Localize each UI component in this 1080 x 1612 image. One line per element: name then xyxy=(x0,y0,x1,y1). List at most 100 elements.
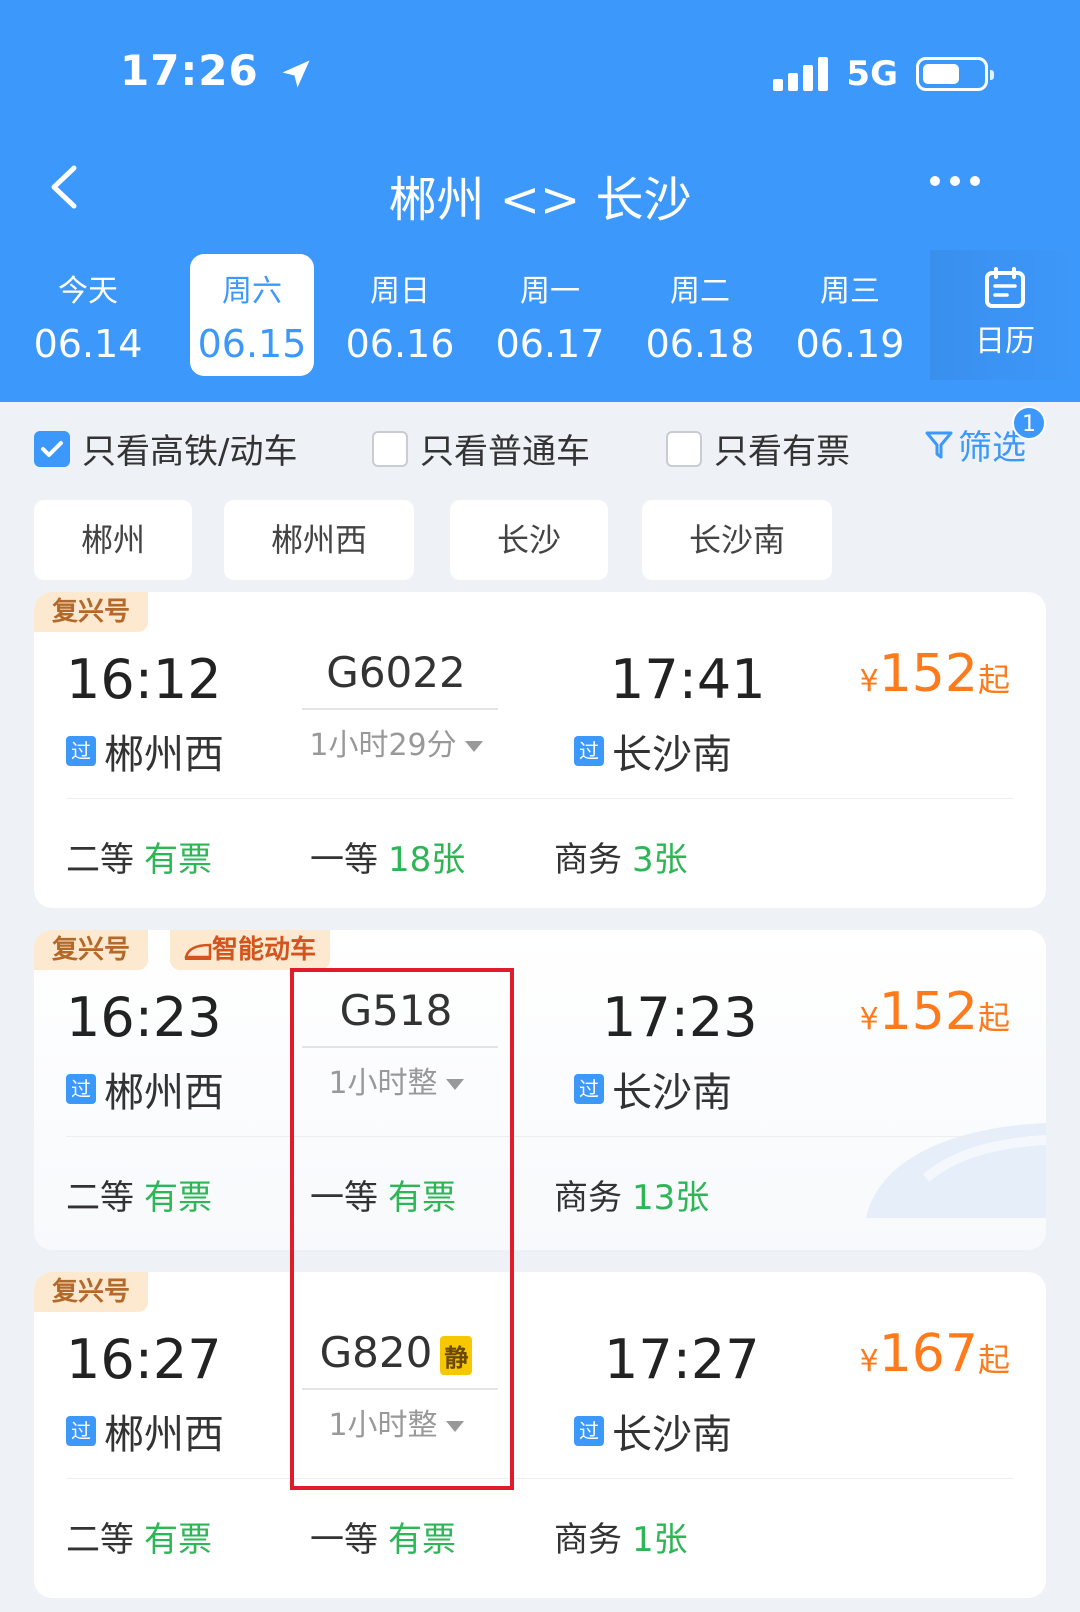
date-tab-3[interactable]: 周一 06.17 xyxy=(488,254,612,376)
train-number[interactable]: G6022 xyxy=(296,648,496,697)
location-arrow-icon xyxy=(282,60,310,87)
calendar-button[interactable]: 日历 xyxy=(930,250,1080,380)
signal-icon xyxy=(773,57,829,91)
seat-class: 商务 xyxy=(554,1520,622,1560)
date-week: 周六 xyxy=(222,274,282,309)
date-tab-2[interactable]: 周日 06.16 xyxy=(338,254,462,376)
seat-class: 一等 xyxy=(310,840,378,880)
date-week: 周二 xyxy=(670,274,730,309)
seat-availability: 有票 xyxy=(144,1520,212,1560)
train-card[interactable]: 复兴号 16:27 过 郴州西 G820 静 1小时整 17:27 过 长沙南 ¥… xyxy=(34,1272,1046,1598)
date-tab-4[interactable]: 周二 06.18 xyxy=(638,254,762,376)
filter-available[interactable]: 只看有票 xyxy=(666,424,850,473)
pass-station-icon: 过 xyxy=(574,736,604,766)
station-name: 郴州西 xyxy=(104,1070,224,1116)
train-line-divider xyxy=(302,708,498,710)
seat-class: 二等 xyxy=(66,1178,134,1218)
station-chip[interactable]: 长沙 xyxy=(450,500,608,580)
checkbox-icon[interactable] xyxy=(372,430,408,467)
calendar-label: 日历 xyxy=(975,324,1035,359)
checkbox-checked-icon[interactable] xyxy=(34,430,70,467)
departure-time: 16:12 xyxy=(66,648,222,711)
header: 17:26 5G 郴州 <> 长沙 今天 06.14 周六 06.15 周日 0… xyxy=(0,0,1080,402)
station-name: 郴州西 xyxy=(104,1412,224,1458)
seat-business-class: 商务 1张 xyxy=(554,1512,688,1561)
station-chip[interactable]: 郴州西 xyxy=(224,500,414,580)
status-time: 17:26 xyxy=(120,46,314,95)
smart-train-label: 智能动车 xyxy=(212,935,317,965)
train-card[interactable]: 复兴号 16:12 过 郴州西 G6022 1小时29分 17:41 过 长沙南… xyxy=(34,592,1046,908)
date-tab-0[interactable]: 今天 06.14 xyxy=(26,254,150,376)
date-tab-5[interactable]: 周三 06.19 xyxy=(788,254,912,376)
network-label: 5G xyxy=(846,54,898,94)
seat-availability: 有票 xyxy=(144,1178,212,1218)
currency-symbol: ¥ xyxy=(859,1344,879,1379)
more-dot-icon xyxy=(970,176,980,186)
price-value: 152 xyxy=(878,982,978,1042)
arrival-station: 过 长沙南 xyxy=(574,722,732,780)
seat-class: 二等 xyxy=(66,840,134,880)
date-value: 06.14 xyxy=(33,322,143,366)
station-chip[interactable]: 长沙南 xyxy=(642,500,832,580)
card-divider xyxy=(66,1478,1014,1479)
battery-icon xyxy=(916,57,994,91)
smart-train-tag: 智能动车 xyxy=(170,930,331,970)
filter-label: 只看普通车 xyxy=(420,432,590,472)
train-icon xyxy=(184,943,212,960)
seat-first-class: 一等 有票 xyxy=(310,1512,456,1561)
train-watermark-icon xyxy=(866,1123,1046,1218)
date-week: 周一 xyxy=(520,274,580,309)
status-indicators: 5G xyxy=(773,54,994,94)
filter-label: 只看高铁/动车 xyxy=(82,432,298,472)
station-chip[interactable]: 郴州 xyxy=(34,500,192,580)
caret-down-icon xyxy=(464,741,483,752)
seat-second-class: 二等 有票 xyxy=(66,832,212,881)
seat-class: 商务 xyxy=(554,1178,622,1218)
seat-business-class: 商务 3张 xyxy=(554,832,688,881)
screen-button[interactable]: 筛选 xyxy=(924,420,1026,469)
fuxing-tag: 复兴号 xyxy=(34,930,149,970)
departure-station: 过 郴州西 xyxy=(66,1402,224,1460)
more-button[interactable] xyxy=(930,176,980,186)
seat-class: 一等 xyxy=(310,1520,378,1560)
filter-label: 只看有票 xyxy=(714,432,850,472)
page-title: 郴州 <> 长沙 xyxy=(388,172,692,228)
funnel-icon xyxy=(925,431,953,458)
departure-station: 过 郴州西 xyxy=(66,722,224,780)
price-value: 152 xyxy=(878,644,978,704)
checkbox-icon[interactable] xyxy=(666,430,702,467)
departure-time: 16:27 xyxy=(66,1328,222,1391)
duration-toggle[interactable]: 1小时29分 xyxy=(296,720,496,764)
filter-normal-train[interactable]: 只看普通车 xyxy=(372,424,590,473)
filter-high-speed[interactable]: 只看高铁/动车 xyxy=(34,424,297,473)
seat-class: 二等 xyxy=(66,1520,134,1560)
seat-second-class: 二等 有票 xyxy=(66,1512,212,1561)
station-name: 长沙南 xyxy=(612,1412,732,1458)
more-dot-icon xyxy=(950,176,960,186)
arrival-time: 17:41 xyxy=(610,648,766,711)
more-dot-icon xyxy=(930,176,940,186)
date-tab-1[interactable]: 周六 06.15 xyxy=(190,254,314,376)
train-card[interactable]: 复兴号 智能动车 16:23 过 郴州西 G518 1小时整 17:23 过 长… xyxy=(34,930,1046,1250)
station-name: 长沙南 xyxy=(612,1070,732,1116)
seat-availability: 有票 xyxy=(144,840,212,880)
price: ¥152起 xyxy=(860,982,1010,1042)
seat-availability: 18张 xyxy=(388,840,466,880)
pass-station-icon: 过 xyxy=(66,736,96,766)
station-name: 郴州西 xyxy=(104,732,224,778)
price: ¥152起 xyxy=(860,644,1010,704)
filter-count-badge: 1 xyxy=(1012,406,1046,440)
currency-symbol: ¥ xyxy=(859,664,879,699)
date-value: 06.17 xyxy=(495,322,605,366)
price: ¥167起 xyxy=(860,1324,1010,1384)
arrival-station: 过 长沙南 xyxy=(574,1402,732,1460)
date-value: 06.19 xyxy=(795,322,905,366)
highlight-box xyxy=(290,968,514,1490)
price-suffix: 起 xyxy=(977,999,1010,1037)
filter-bar: 只看高铁/动车 只看普通车 只看有票 筛选 xyxy=(34,420,1064,473)
date-week: 今天 xyxy=(58,274,118,309)
fuxing-tag: 复兴号 xyxy=(34,592,149,632)
card-divider xyxy=(66,1136,1014,1137)
status-time-text: 17:26 xyxy=(120,46,259,95)
seat-class: 商务 xyxy=(554,840,622,880)
